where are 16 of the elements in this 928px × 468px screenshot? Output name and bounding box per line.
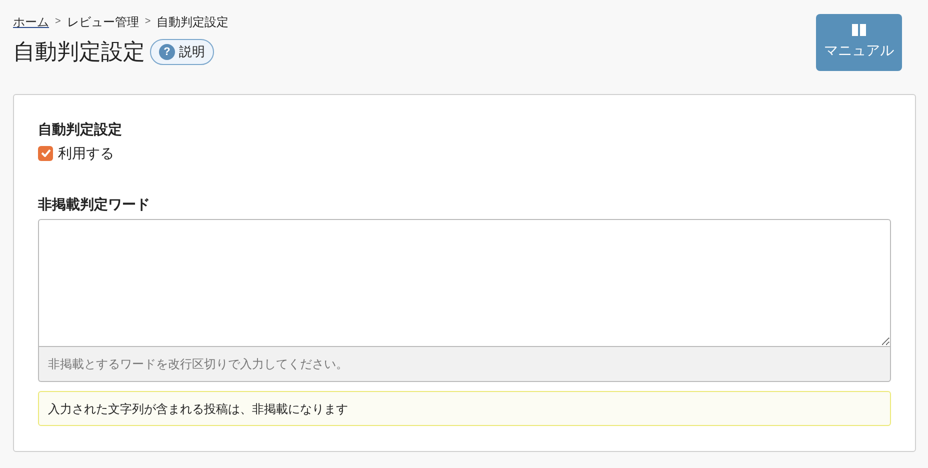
breadcrumb-separator: > (55, 15, 61, 29)
field-label: 非掲載判定ワード (38, 195, 151, 214)
breadcrumb-link[interactable]: ホーム (13, 14, 49, 30)
field-label: 自動判定設定 (38, 120, 123, 139)
note-message: 入力された文字列が含まれる投稿は、非掲載になります (38, 391, 891, 426)
help-text: 非掲載とするワードを改行区切りで入力してください。 (38, 347, 891, 382)
breadcrumb-item: レビュー管理 (66, 14, 139, 30)
help-icon: ? (159, 44, 175, 60)
help-button[interactable]: ? 説明 (150, 39, 214, 65)
breadcrumb-separator: > (144, 15, 151, 29)
words-field[interactable] (38, 219, 891, 347)
checkbox[interactable] (38, 146, 53, 160)
checkbox-label: 利用する (58, 144, 114, 163)
breadcrumb-item: 自動判定設定 (156, 14, 229, 30)
page-title: 自動判定設定 (13, 38, 145, 66)
book-icon (852, 24, 866, 36)
